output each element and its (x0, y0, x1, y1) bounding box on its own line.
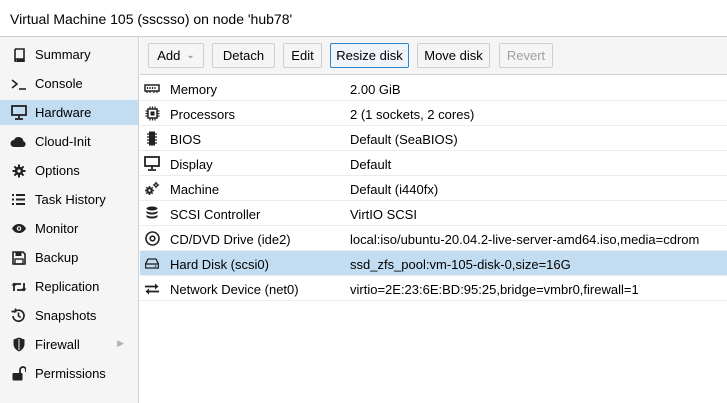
sidebar-item-label: Replication (35, 279, 100, 294)
sidebar-item-firewall[interactable]: Firewall ▶ (0, 332, 138, 357)
submenu-arrow-icon: ▶ (117, 338, 124, 348)
hardware-value: virtio=2E:23:6E:BD:95:25,bridge=vmbr0,fi… (350, 282, 639, 297)
hardware-name: SCSI Controller (170, 207, 261, 222)
hardware-name: Network Device (net0) (170, 282, 299, 297)
sidebar-nav: Summary Console Hardware Cloud-Init Opti… (0, 37, 139, 403)
detach-button[interactable]: Detach (212, 43, 275, 68)
memory-icon (143, 80, 161, 97)
hardware-value: Default (SeaBIOS) (350, 132, 458, 147)
hardware-row-scsi-controller[interactable]: SCSI Controller VirtIO SCSI (140, 201, 727, 226)
move-disk-button[interactable]: Move disk (417, 43, 490, 68)
sidebar-item-backup[interactable]: Backup (0, 245, 138, 270)
add-button-label: Add (157, 48, 181, 63)
sidebar-item-replication[interactable]: Replication (0, 274, 138, 299)
hardware-value: Default (350, 157, 392, 172)
move-disk-button-label: Move disk (424, 48, 483, 63)
hardware-name: CD/DVD Drive (ide2) (170, 232, 291, 247)
hardware-name: Machine (170, 182, 220, 197)
chevron-down-icon: ⌄ (186, 50, 195, 61)
exchange-icon (143, 280, 161, 297)
hardware-row-network-device[interactable]: Network Device (net0) virtio=2E:23:6E:BD… (140, 276, 727, 301)
sidebar-item-label: Cloud-Init (35, 134, 91, 149)
sidebar-item-monitor[interactable]: Monitor (0, 216, 138, 241)
floppy-icon (10, 249, 27, 266)
book-icon (10, 46, 27, 63)
hardware-row-memory[interactable]: Memory 2.00 GiB (140, 76, 727, 101)
sidebar-item-permissions[interactable]: Permissions (0, 361, 138, 386)
hardware-value: VirtIO SCSI (350, 207, 417, 222)
window-titlebar: Virtual Machine 105 (sscsso) on node 'hu… (0, 0, 727, 37)
monitor-icon (10, 104, 27, 121)
sidebar-item-task-history[interactable]: Task History (0, 187, 138, 212)
sidebar-item-cloud-init[interactable]: Cloud-Init (0, 129, 138, 154)
sidebar-item-label: Permissions (35, 366, 106, 381)
eye-icon (10, 220, 27, 237)
sidebar-item-summary[interactable]: Summary (0, 42, 138, 67)
hardware-value: 2.00 GiB (350, 82, 401, 97)
sidebar-item-console[interactable]: Console (0, 71, 138, 96)
sidebar-item-label: Backup (35, 250, 79, 265)
terminal-icon (10, 75, 27, 92)
resize-disk-button[interactable]: Resize disk (330, 43, 409, 68)
hardware-value: Default (i440fx) (350, 182, 439, 197)
cogs-icon (143, 180, 161, 197)
microchip-icon (143, 130, 161, 147)
cloud-icon (10, 133, 27, 150)
detach-button-label: Detach (222, 48, 265, 63)
hardware-row-processors[interactable]: Processors 2 (1 sockets, 2 cores) (140, 101, 727, 126)
sidebar-item-options[interactable]: Options (0, 158, 138, 183)
sidebar-item-hardware[interactable]: Hardware (0, 100, 138, 125)
sidebar-item-label: Snapshots (35, 308, 97, 323)
hardware-name: Processors (170, 107, 236, 122)
cpu-icon (143, 105, 161, 122)
sidebar-item-snapshots[interactable]: Snapshots (0, 303, 138, 328)
hardware-row-hard-disk[interactable]: Hard Disk (scsi0) ssd_zfs_pool:vm-105-di… (140, 251, 727, 276)
sidebar-item-label: Options (35, 163, 80, 178)
database-icon (143, 205, 161, 222)
hardware-value: 2 (1 sockets, 2 cores) (350, 107, 475, 122)
list-icon (10, 191, 27, 208)
window-title: Virtual Machine 105 (sscsso) on node 'hu… (10, 11, 293, 27)
sidebar-item-label: Monitor (35, 221, 79, 236)
hardware-value: local:iso/ubuntu-20.04.2-live-server-amd… (350, 232, 700, 247)
revert-button[interactable]: Revert (499, 43, 553, 68)
sidebar-item-label: Task History (35, 192, 106, 207)
sidebar-item-label: Console (35, 76, 83, 91)
hardware-value: ssd_zfs_pool:vm-105-disk-0,size=16G (350, 257, 571, 272)
edit-button[interactable]: Edit (283, 43, 322, 68)
hardware-name: Memory (170, 82, 217, 97)
hardware-row-machine[interactable]: Machine Default (i440fx) (140, 176, 727, 201)
sidebar-item-label: Firewall (35, 337, 80, 352)
sidebar-item-label: Summary (35, 47, 91, 62)
hardware-name: Hard Disk (scsi0) (170, 257, 269, 272)
revert-button-label: Revert (506, 48, 546, 63)
unlock-icon (10, 365, 27, 382)
cdrom-icon (143, 230, 161, 247)
hdd-icon (143, 255, 161, 272)
hardware-row-display[interactable]: Display Default (140, 151, 727, 176)
add-button[interactable]: Add ⌄ (148, 43, 204, 68)
hardware-toolbar: Add ⌄ Detach Edit Resize disk Move disk … (140, 37, 727, 75)
resize-disk-button-label: Resize disk (336, 48, 403, 63)
hardware-row-cdrom[interactable]: CD/DVD Drive (ide2) local:iso/ubuntu-20.… (140, 226, 727, 251)
gear-icon (10, 162, 27, 179)
hardware-name: Display (170, 157, 213, 172)
desktop-icon (143, 155, 161, 172)
hardware-row-bios[interactable]: BIOS Default (SeaBIOS) (140, 126, 727, 151)
edit-button-label: Edit (291, 48, 314, 63)
sidebar-item-label: Hardware (35, 105, 92, 120)
shield-icon (10, 336, 27, 353)
hardware-name: BIOS (170, 132, 202, 147)
retweet-icon (10, 278, 27, 295)
history-icon (10, 307, 27, 324)
